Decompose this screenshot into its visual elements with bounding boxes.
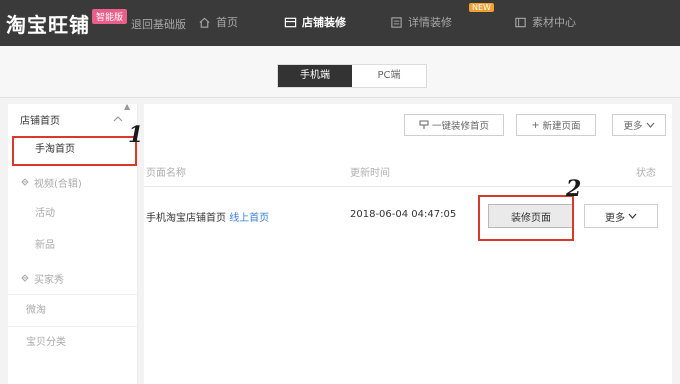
page-name: 手机淘宝店铺首页 <box>146 213 226 224</box>
row-more-button[interactable]: 更多 <box>584 204 658 228</box>
step-number-2: 2 <box>566 176 582 202</box>
highlight-box-1 <box>12 136 137 166</box>
back-to-basic-link[interactable]: 退回基础版 <box>131 16 186 32</box>
new-badge: NEW <box>469 3 494 12</box>
device-switch-area: 手机端 PC端 <box>0 46 680 98</box>
sidebar-section-shop-home[interactable]: 店铺首页 <box>8 104 137 134</box>
nav-home-label: 首页 <box>216 16 238 29</box>
top-bar: 淘宝旺铺 智能版 退回基础版 首页 店铺装修 详情装修 NEW 素材中心 <box>0 0 680 46</box>
sidebar-group-video-label: 视频(合辑) <box>34 178 82 190</box>
folder-icon <box>515 17 526 27</box>
buyer-show-icon <box>21 274 29 282</box>
home-icon <box>199 17 210 28</box>
sidebar-scroll-up-icon[interactable]: ▲ <box>124 102 130 111</box>
sidebar-item-activity[interactable]: 活动 <box>8 198 137 230</box>
chevron-down-icon <box>646 122 654 128</box>
decorate-icon <box>419 120 429 129</box>
nav-detail-decoration-label: 详情装修 <box>408 16 452 29</box>
nav-home[interactable]: 首页 <box>198 14 238 30</box>
nav-detail-decoration[interactable]: 详情装修 <box>390 14 452 30</box>
more-button[interactable]: 更多 <box>612 114 666 136</box>
row-more-label: 更多 <box>605 212 625 224</box>
pc-tab[interactable]: PC端 <box>352 65 426 87</box>
nav-material-center[interactable]: 素材中心 <box>514 14 576 30</box>
new-page-button[interactable]: + 新建页面 <box>516 114 596 136</box>
sidebar-group-buyer-show-label: 买家秀 <box>34 274 64 286</box>
table-divider <box>144 186 672 187</box>
nav-shop-decoration-label: 店铺装修 <box>302 16 346 29</box>
chevron-down-icon <box>628 213 637 219</box>
device-switch: 手机端 PC端 <box>277 64 427 88</box>
detail-page-icon <box>391 16 402 28</box>
one-click-decorate-label: 一键装修首页 <box>431 121 489 132</box>
page-list-panel: 一键装修首页 + 新建页面 更多 页面名称 更新时间 状态 手机淘宝店铺首页 线… <box>144 104 672 384</box>
nav-shop-decoration[interactable]: 店铺装修 <box>284 14 346 30</box>
chevron-up-icon <box>113 116 123 122</box>
sidebar-section-label: 店铺首页 <box>20 115 60 127</box>
mobile-tab[interactable]: 手机端 <box>278 65 352 87</box>
step-number-1: 1 <box>128 122 144 148</box>
plus-icon: + <box>531 119 540 131</box>
col-page-name: 页面名称 <box>146 168 186 179</box>
one-click-decorate-button[interactable]: 一键装修首页 <box>404 114 504 136</box>
new-page-label: 新建页面 <box>542 121 581 132</box>
app-logo: 淘宝旺铺 <box>6 13 90 37</box>
sidebar-item-categories[interactable]: 宝贝分类 <box>8 326 137 358</box>
highlight-box-2 <box>478 195 574 241</box>
table-row-name: 手机淘宝店铺首页 线上首页 <box>146 209 269 224</box>
video-icon <box>21 178 29 186</box>
edition-badge: 智能版 <box>92 9 128 24</box>
sidebar-group-video[interactable]: 视频(合辑) <box>8 166 137 198</box>
col-status: 状态 <box>636 168 656 179</box>
sidebar-item-weitao[interactable]: 微淘 <box>8 294 137 326</box>
shop-icon <box>284 17 297 27</box>
nav-material-center-label: 素材中心 <box>532 16 576 29</box>
more-label: 更多 <box>623 121 643 132</box>
sidebar-item-new-arrivals[interactable]: 新品 <box>8 230 137 262</box>
online-home-tag[interactable]: 线上首页 <box>229 213 269 224</box>
sidebar-group-buyer-show[interactable]: 买家秀 <box>8 262 137 294</box>
col-update-time: 更新时间 <box>350 168 390 179</box>
table-row-time: 2018-06-04 04:47:05 <box>350 209 457 220</box>
